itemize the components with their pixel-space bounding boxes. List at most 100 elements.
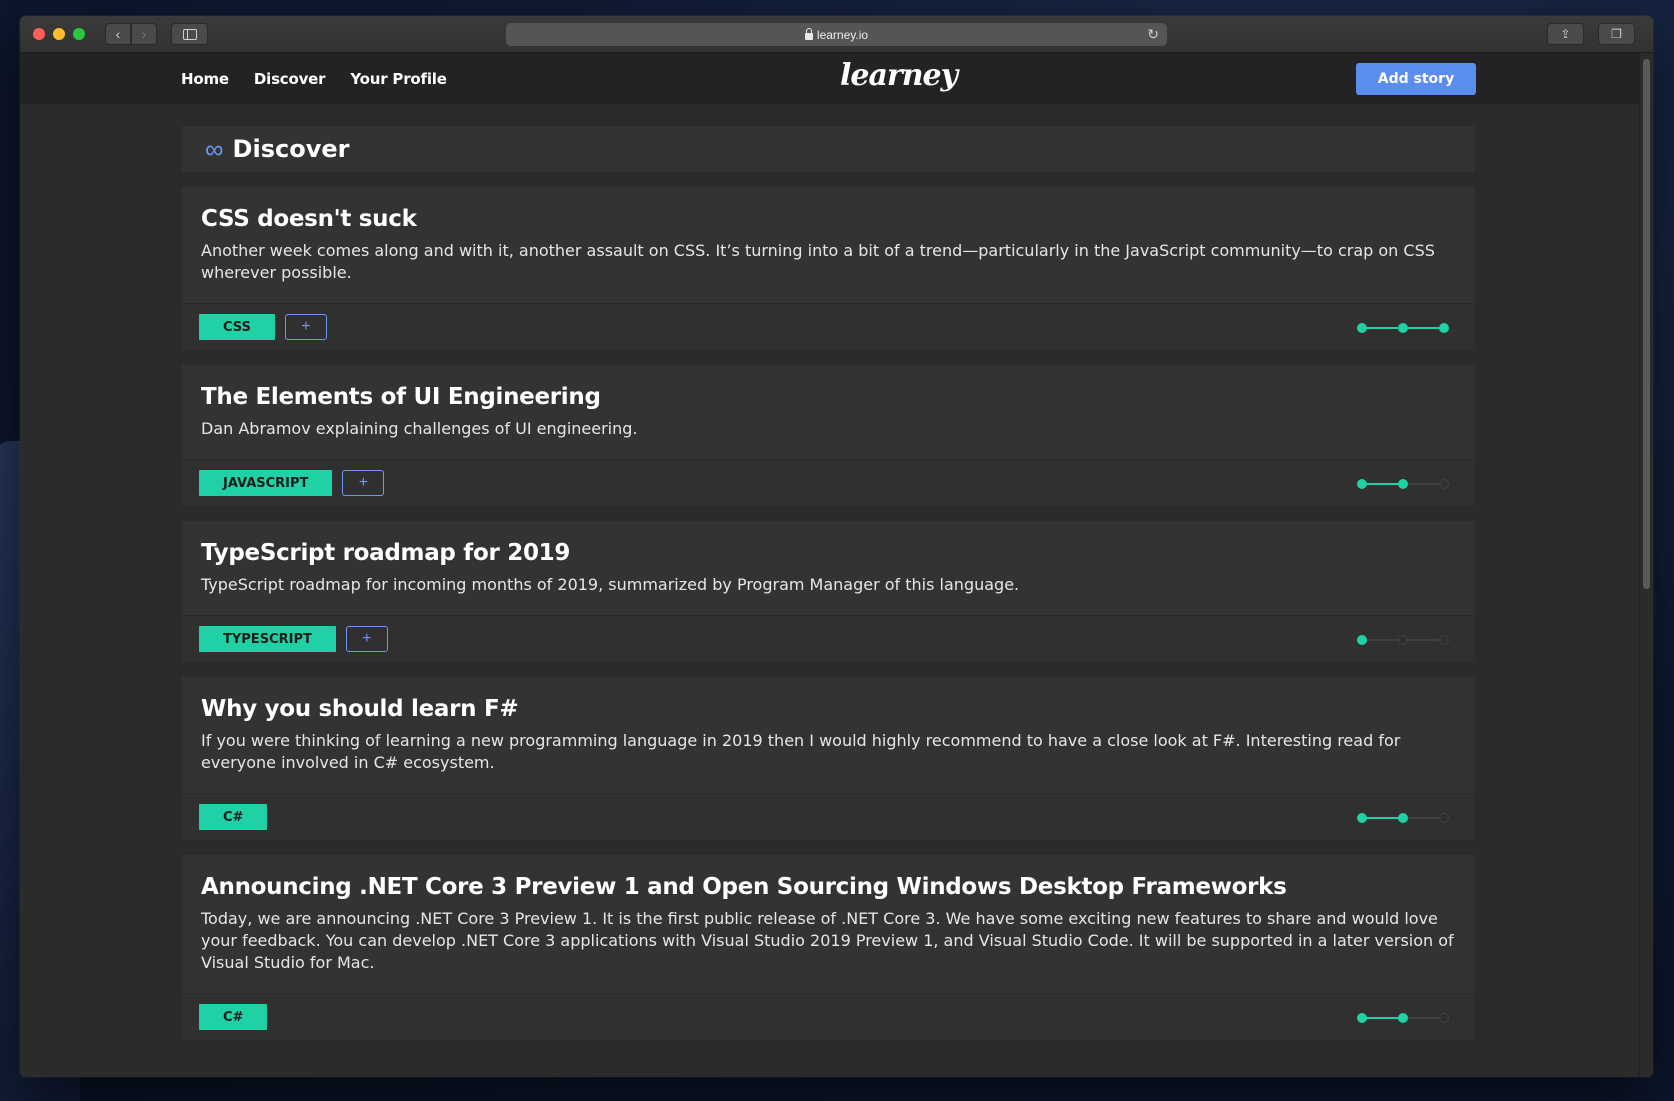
progress-stepper[interactable] xyxy=(1357,1012,1453,1024)
main-nav: Home Discover Your Profile xyxy=(181,70,447,88)
progress-connector xyxy=(1365,639,1400,641)
chevron-right-icon: › xyxy=(141,26,147,42)
progress-stepper[interactable] xyxy=(1357,634,1453,646)
zoom-window-button[interactable] xyxy=(73,28,85,40)
story-tag[interactable]: CSS xyxy=(199,314,275,340)
progress-step-dot[interactable] xyxy=(1357,323,1367,333)
story-body: CSS doesn't suck Another week comes alon… xyxy=(182,187,1475,304)
story-footer: TYPESCRIPT + xyxy=(182,616,1475,662)
story-description: Today, we are announcing .NET Core 3 Pre… xyxy=(201,909,1454,972)
progress-connector xyxy=(1406,817,1441,819)
story-tag[interactable]: C# xyxy=(199,1004,268,1030)
window-controls xyxy=(33,28,85,40)
sidebar-icon xyxy=(182,28,197,40)
progress-step-dot[interactable] xyxy=(1357,479,1367,489)
progress-step-dot[interactable] xyxy=(1439,1013,1449,1023)
progress-connector xyxy=(1406,327,1441,329)
progress-connector xyxy=(1406,483,1441,485)
page-title: Discover xyxy=(232,135,350,163)
progress-stepper[interactable] xyxy=(1357,478,1453,490)
progress-step-dot[interactable] xyxy=(1439,635,1449,645)
story-tag[interactable]: TYPESCRIPT xyxy=(199,626,336,652)
progress-connector xyxy=(1365,817,1400,819)
plus-icon: + xyxy=(362,630,372,647)
nav-discover-link[interactable]: Discover xyxy=(254,70,326,88)
story-footer: C# xyxy=(182,994,1475,1040)
story-footer: CSS + xyxy=(182,304,1475,350)
browser-titlebar: ‹ › learney.io ↻ ⇪ ❐ xyxy=(20,16,1653,53)
progress-step-dot[interactable] xyxy=(1357,813,1367,823)
nav-home-link[interactable]: Home xyxy=(181,70,229,88)
story-body: The Elements of UI Engineering Dan Abram… xyxy=(182,365,1475,460)
browser-window: ‹ › learney.io ↻ ⇪ ❐ Home Discover Your … xyxy=(20,16,1653,1077)
plus-icon: + xyxy=(358,474,369,491)
tabs-icon: ❐ xyxy=(1611,27,1622,41)
story-description: Dan Abramov explaining challenges of UI … xyxy=(201,419,638,438)
share-icon: ⇪ xyxy=(1560,27,1571,41)
progress-connector xyxy=(1365,327,1400,329)
url-text: learney.io xyxy=(816,27,869,42)
scrollbar-thumb[interactable] xyxy=(1643,59,1650,589)
learney-logo[interactable]: learney xyxy=(840,58,958,93)
progress-step-dot[interactable] xyxy=(1357,635,1367,645)
section-header: ∞ Discover xyxy=(182,126,1475,172)
chevron-left-icon: ‹ xyxy=(115,26,121,42)
story-title[interactable]: CSS doesn't suck xyxy=(201,206,1456,232)
story-description: TypeScript roadmap for incoming months o… xyxy=(201,575,1020,594)
add-tag-button[interactable]: + xyxy=(284,314,327,340)
nav-profile-link[interactable]: Your Profile xyxy=(350,70,447,88)
progress-step-dot[interactable] xyxy=(1439,323,1449,333)
progress-step-dot[interactable] xyxy=(1439,813,1449,823)
progress-step-dot[interactable] xyxy=(1398,323,1408,333)
story-title[interactable]: Why you should learn F# xyxy=(201,696,1456,722)
story-list: CSS doesn't suck Another week comes alon… xyxy=(182,187,1475,1040)
story-card[interactable]: Why you should learn F# If you were thin… xyxy=(182,677,1475,840)
close-window-button[interactable] xyxy=(33,28,45,40)
progress-stepper[interactable] xyxy=(1357,322,1453,334)
toolbar-right: ⇪ ❐ xyxy=(1547,23,1635,45)
story-card[interactable]: Announcing .NET Core 3 Preview 1 and Ope… xyxy=(182,855,1475,1040)
sidebar-toggle-button[interactable] xyxy=(171,23,208,45)
story-body: Why you should learn F# If you were thin… xyxy=(182,677,1475,794)
reload-icon[interactable]: ↻ xyxy=(1147,26,1159,43)
infinity-icon: ∞ xyxy=(205,134,224,164)
minimize-window-button[interactable] xyxy=(53,28,65,40)
add-tag-button[interactable]: + xyxy=(345,626,388,652)
story-tag[interactable]: JAVASCRIPT xyxy=(199,470,333,496)
progress-step-dot[interactable] xyxy=(1398,635,1408,645)
progress-step-dot[interactable] xyxy=(1398,1013,1408,1023)
progress-step-dot[interactable] xyxy=(1357,1013,1367,1023)
progress-connector xyxy=(1406,1017,1441,1019)
story-tag[interactable]: C# xyxy=(199,804,268,830)
progress-connector xyxy=(1365,483,1400,485)
plus-icon: + xyxy=(301,318,311,335)
story-footer: C# xyxy=(182,794,1475,840)
add-story-button[interactable]: Add story xyxy=(1356,63,1476,95)
add-tag-button[interactable]: + xyxy=(342,470,385,496)
story-body: TypeScript roadmap for 2019 TypeScript r… xyxy=(182,521,1475,616)
story-card[interactable]: TypeScript roadmap for 2019 TypeScript r… xyxy=(182,521,1475,662)
progress-connector xyxy=(1365,1017,1400,1019)
progress-step-dot[interactable] xyxy=(1398,479,1408,489)
lock-icon xyxy=(804,27,813,40)
page-content: Home Discover Your Profile learney Add s… xyxy=(20,53,1639,1077)
history-nav: ‹ › xyxy=(105,23,157,45)
progress-step-dot[interactable] xyxy=(1439,479,1449,489)
forward-button[interactable]: › xyxy=(131,23,157,45)
share-button[interactable]: ⇪ xyxy=(1547,23,1584,45)
back-button[interactable]: ‹ xyxy=(105,23,131,45)
story-body: Announcing .NET Core 3 Preview 1 and Ope… xyxy=(182,855,1475,994)
story-description: If you were thinking of learning a new p… xyxy=(201,731,1401,772)
story-footer: JAVASCRIPT + xyxy=(182,460,1475,506)
address-bar[interactable]: learney.io ↻ xyxy=(506,23,1167,46)
page-scrollbar[interactable] xyxy=(1639,53,1653,1077)
progress-connector xyxy=(1406,639,1441,641)
story-card[interactable]: The Elements of UI Engineering Dan Abram… xyxy=(182,365,1475,506)
progress-step-dot[interactable] xyxy=(1398,813,1408,823)
story-title[interactable]: Announcing .NET Core 3 Preview 1 and Ope… xyxy=(201,874,1456,900)
progress-stepper[interactable] xyxy=(1357,812,1453,824)
story-card[interactable]: CSS doesn't suck Another week comes alon… xyxy=(182,187,1475,350)
story-title[interactable]: The Elements of UI Engineering xyxy=(201,384,1456,410)
tabs-overview-button[interactable]: ❐ xyxy=(1598,23,1635,45)
story-title[interactable]: TypeScript roadmap for 2019 xyxy=(201,540,1456,566)
